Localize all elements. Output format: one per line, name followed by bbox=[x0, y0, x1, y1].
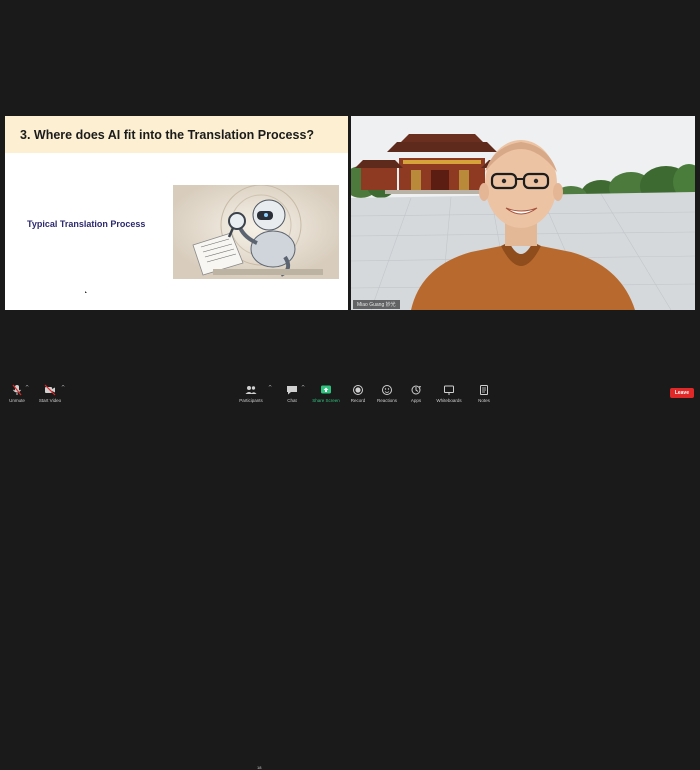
chat-caret-icon[interactable]: ^ bbox=[301, 386, 306, 391]
temple-background-icon bbox=[351, 116, 695, 310]
audio-options-caret-icon[interactable]: ^ bbox=[25, 386, 30, 391]
share-screen-icon bbox=[321, 385, 331, 394]
video-options-caret-icon[interactable]: ^ bbox=[61, 386, 66, 391]
participants-caret-icon[interactable]: ^ bbox=[268, 386, 273, 391]
participant-name-tag: Miao Guang 妙光 bbox=[353, 300, 400, 309]
participants-icon bbox=[245, 386, 257, 394]
notes-label: Notes bbox=[478, 398, 490, 403]
record-icon bbox=[353, 385, 363, 395]
muted-microphone-icon bbox=[12, 384, 22, 396]
robot-illustration-icon bbox=[173, 185, 339, 279]
chat-bubble-icon bbox=[287, 386, 297, 395]
start-video-label: Start Video bbox=[38, 398, 62, 403]
robot-reading-illustration bbox=[173, 185, 339, 279]
shared-screen-tile[interactable]: 3. Where does AI fit into the Translatio… bbox=[5, 116, 348, 310]
whiteboards-label: Whiteboards bbox=[436, 398, 462, 403]
chat-label: Chat bbox=[287, 398, 297, 403]
reactions-label: Reactions bbox=[376, 398, 397, 403]
participants-label: Participants bbox=[239, 398, 263, 403]
slide-body-text: Typical Translation Process bbox=[27, 219, 146, 229]
share-screen-label: Share Screen bbox=[312, 398, 340, 403]
video-off-icon bbox=[44, 384, 56, 396]
reactions-smiley-icon bbox=[382, 385, 392, 395]
whiteboards-button[interactable]: Whiteboards bbox=[434, 383, 464, 409]
share-screen-button[interactable]: Share Screen bbox=[311, 383, 341, 409]
speaker-video-tile[interactable]: Miao Guang 妙光 bbox=[351, 116, 695, 310]
notes-icon bbox=[480, 385, 488, 395]
meeting-toolbar: Unmute ^ Start Video ^ Participants 18 ^… bbox=[0, 380, 700, 770]
apps-label: Apps bbox=[410, 398, 422, 403]
slide-title: 3. Where does AI fit into the Translatio… bbox=[20, 128, 315, 142]
record-button[interactable]: Record bbox=[343, 383, 373, 409]
notes-button[interactable]: Notes bbox=[469, 383, 499, 409]
apps-icon bbox=[411, 385, 421, 395]
participants-button[interactable]: Participants bbox=[236, 383, 266, 409]
leave-button[interactable]: Leave bbox=[669, 388, 694, 398]
reactions-button[interactable]: Reactions bbox=[372, 383, 402, 409]
participants-count: 18 bbox=[257, 765, 262, 770]
meeting-stage: 3. Where does AI fit into the Translatio… bbox=[0, 0, 700, 380]
record-label: Record bbox=[350, 398, 366, 403]
whiteboard-icon bbox=[444, 385, 454, 395]
unmute-label: Unmute bbox=[9, 398, 25, 403]
slide-header-bar: 3. Where does AI fit into the Translatio… bbox=[5, 116, 348, 153]
mouse-cursor-icon bbox=[85, 291, 87, 293]
apps-button[interactable]: Apps bbox=[401, 383, 431, 409]
